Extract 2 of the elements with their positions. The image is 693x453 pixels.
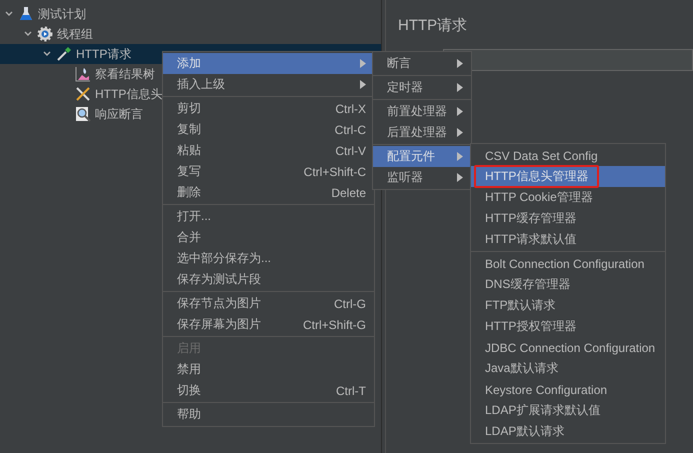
panel-title: HTTP请求 (398, 16, 468, 35)
highlight-frame: HTTP信息头管理器 (474, 165, 600, 188)
